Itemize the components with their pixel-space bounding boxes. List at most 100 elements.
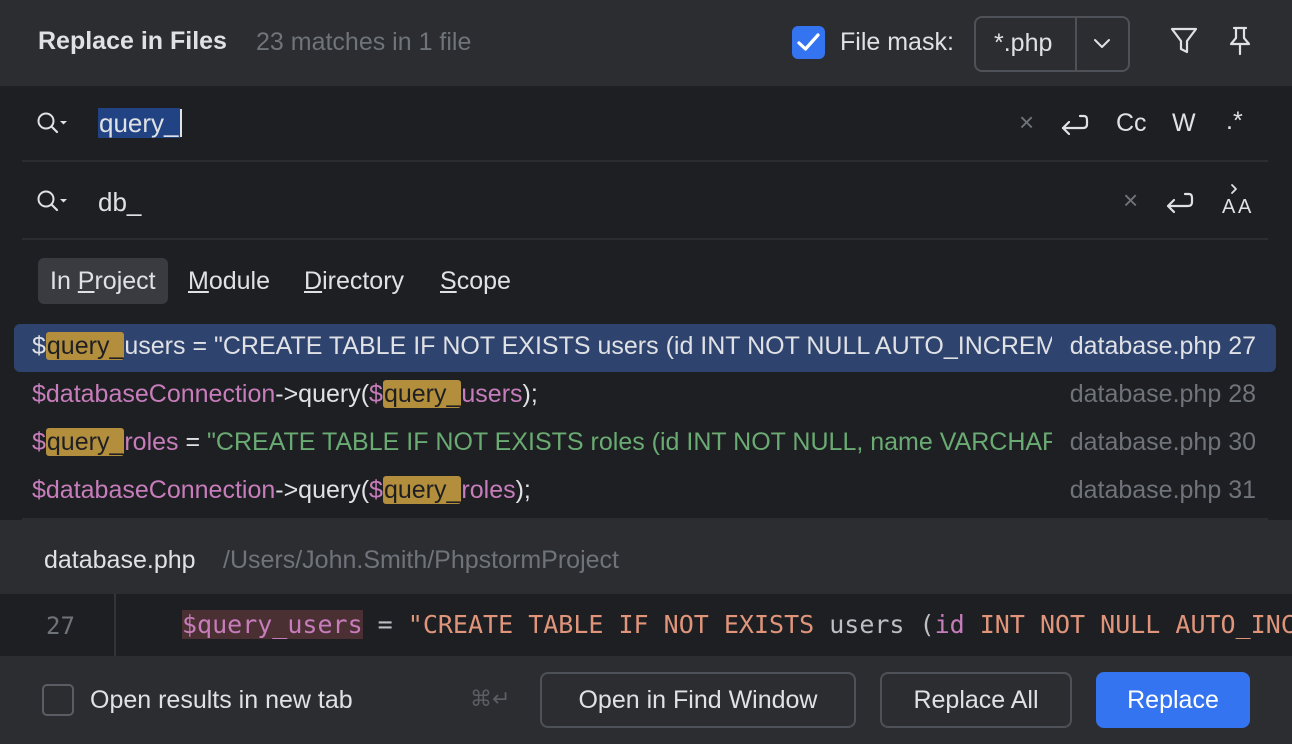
- open-in-find-window-button[interactable]: Open in Find Window: [540, 672, 856, 728]
- preview-header: database.php /Users/John.Smith/PhpstormP…: [0, 520, 1292, 594]
- file-mask-label: File mask:: [840, 28, 954, 56]
- multiline-replace-icon[interactable]: [1163, 188, 1195, 218]
- preview-file-path: /Users/John.Smith/PhpstormProject: [223, 546, 619, 574]
- replace-button[interactable]: Replace: [1096, 672, 1250, 728]
- result-file: database.php 31: [1059, 476, 1256, 505]
- match-highlight: query_: [382, 476, 462, 504]
- svg-text:A: A: [1238, 196, 1252, 216]
- result-code: $query_roles = "CREATE TABLE IF NOT EXIS…: [32, 428, 1052, 462]
- result-row[interactable]: $query_users = "CREATE TABLE IF NOT EXIS…: [14, 324, 1276, 372]
- tab-mnemonic: M: [188, 267, 209, 295]
- replace-input[interactable]: db_: [98, 187, 141, 218]
- code-segment: INT NOT NULL AUTO_INCREMENT: [979, 610, 1292, 639]
- replace-all-button[interactable]: Replace All: [880, 672, 1072, 728]
- tab-label: In: [50, 267, 78, 295]
- code-segment: "CREATE TABLE IF NOT EXISTS roles (id IN…: [207, 428, 1052, 456]
- tab-label: roject: [94, 267, 156, 295]
- regex-toggle[interactable]: .*: [1226, 107, 1243, 136]
- code-segment: "CREATE TABLE IF NOT EXISTS: [407, 610, 830, 639]
- result-code: $databaseConnection->query($query_roles)…: [32, 476, 1052, 510]
- search-panel: query_ × Cc W .* db_ × A A In Project Mo…: [0, 86, 1292, 326]
- whole-words-toggle[interactable]: W: [1172, 109, 1196, 138]
- preview-file-name: database.php: [44, 546, 196, 574]
- file-mask-checkbox[interactable]: [792, 26, 825, 59]
- line-number: 27: [46, 612, 75, 640]
- match-case-toggle[interactable]: Cc: [1116, 109, 1147, 138]
- gutter-divider: [114, 594, 116, 656]
- clear-find-icon[interactable]: ×: [1019, 107, 1034, 138]
- match-highlight: $query_users: [182, 610, 363, 639]
- clear-replace-icon[interactable]: ×: [1123, 185, 1138, 216]
- match-highlight: query_: [45, 428, 125, 456]
- code-segment: $: [32, 428, 46, 456]
- code-segment: =: [178, 428, 208, 456]
- dialog-footer: Open results in new tab ⌘↵ Open in Find …: [0, 656, 1292, 744]
- result-code: $query_users = "CREATE TABLE IF NOT EXIS…: [32, 332, 1052, 366]
- find-input-value[interactable]: query_: [98, 108, 180, 138]
- multiline-icon[interactable]: [1058, 110, 1090, 140]
- preserve-case-icon[interactable]: A A: [1220, 182, 1256, 216]
- tab-label: cope: [456, 267, 511, 295]
- chevron-down-icon[interactable]: [1092, 33, 1112, 53]
- match-highlight: query_: [382, 380, 462, 408]
- code-preview[interactable]: 27 $query_users = "CREATE TABLE IF NOT E…: [0, 594, 1292, 656]
- shortcut-hint: ⌘↵: [470, 686, 511, 711]
- code-segment: $: [369, 476, 383, 504]
- code-segment: =: [185, 332, 214, 360]
- dialog-header: Replace in Files 23 matches in 1 file Fi…: [0, 0, 1292, 86]
- tab-mnemonic: D: [304, 267, 323, 295]
- text-caret: [179, 109, 182, 137]
- tab-module[interactable]: Module: [176, 258, 282, 304]
- tab-directory[interactable]: Directory: [292, 258, 416, 304]
- pin-icon[interactable]: [1226, 26, 1254, 56]
- result-file: database.php 27: [1059, 332, 1256, 361]
- file-mask-value[interactable]: *.php: [994, 29, 1052, 58]
- tab-mnemonic: S: [440, 267, 457, 295]
- file-mask-combobox[interactable]: *.php: [974, 16, 1130, 72]
- combo-divider: [1075, 18, 1077, 70]
- check-icon: [797, 33, 820, 51]
- tab-scope[interactable]: Scope: [428, 258, 523, 304]
- result-row[interactable]: $databaseConnection->query($query_roles)…: [14, 468, 1276, 516]
- tab-in-project[interactable]: In Project: [38, 258, 168, 304]
- match-highlight: query_: [45, 332, 125, 360]
- svg-text:A: A: [1222, 196, 1236, 216]
- result-row[interactable]: $databaseConnection->query($query_users)…: [14, 372, 1276, 420]
- tab-label: irectory: [322, 267, 405, 295]
- code-segment: roles: [461, 476, 516, 504]
- line-gutter: 27: [0, 594, 114, 656]
- match-summary: 23 matches in 1 file: [256, 28, 472, 56]
- divider: [22, 160, 1268, 162]
- result-file: database.php 30: [1059, 428, 1256, 457]
- code-segment: users: [461, 380, 523, 408]
- code-segment: "CREATE TABLE IF NOT EXISTS users (id IN…: [214, 332, 1052, 360]
- divider: [22, 238, 1268, 240]
- tab-mnemonic: P: [77, 267, 95, 295]
- code-segment: roles: [124, 428, 179, 456]
- code-line: $query_users = "CREATE TABLE IF NOT EXIS…: [182, 610, 1292, 639]
- result-file: database.php 28: [1059, 380, 1256, 409]
- code-segment: $databaseConnection: [32, 380, 276, 408]
- result-row[interactable]: $query_roles = "CREATE TABLE IF NOT EXIS…: [14, 420, 1276, 468]
- filter-icon[interactable]: [1170, 26, 1198, 56]
- results-list: $query_users = "CREATE TABLE IF NOT EXIS…: [0, 324, 1292, 520]
- code-segment: $databaseConnection: [32, 476, 276, 504]
- code-segment: $: [369, 380, 383, 408]
- result-code: $databaseConnection->query($query_users)…: [32, 380, 1052, 414]
- code-segment: ->query(: [275, 380, 370, 408]
- code-segment: );: [522, 380, 538, 408]
- open-new-tab-label[interactable]: Open results in new tab: [90, 686, 353, 715]
- search-history-icon[interactable]: [36, 111, 72, 137]
- dialog-title: Replace in Files: [38, 27, 227, 55]
- code-segment: users (: [829, 610, 935, 639]
- code-segment: );: [515, 476, 531, 504]
- replace-history-icon[interactable]: [36, 189, 72, 215]
- code-segment: ->query(: [275, 476, 370, 504]
- open-new-tab-checkbox[interactable]: [42, 684, 74, 716]
- code-segment: id: [934, 610, 965, 639]
- code-segment: =: [362, 610, 408, 639]
- tab-label: odule: [208, 267, 270, 295]
- code-segment: users: [124, 332, 186, 360]
- code-segment: $: [32, 332, 46, 360]
- find-input[interactable]: query_: [98, 108, 182, 139]
